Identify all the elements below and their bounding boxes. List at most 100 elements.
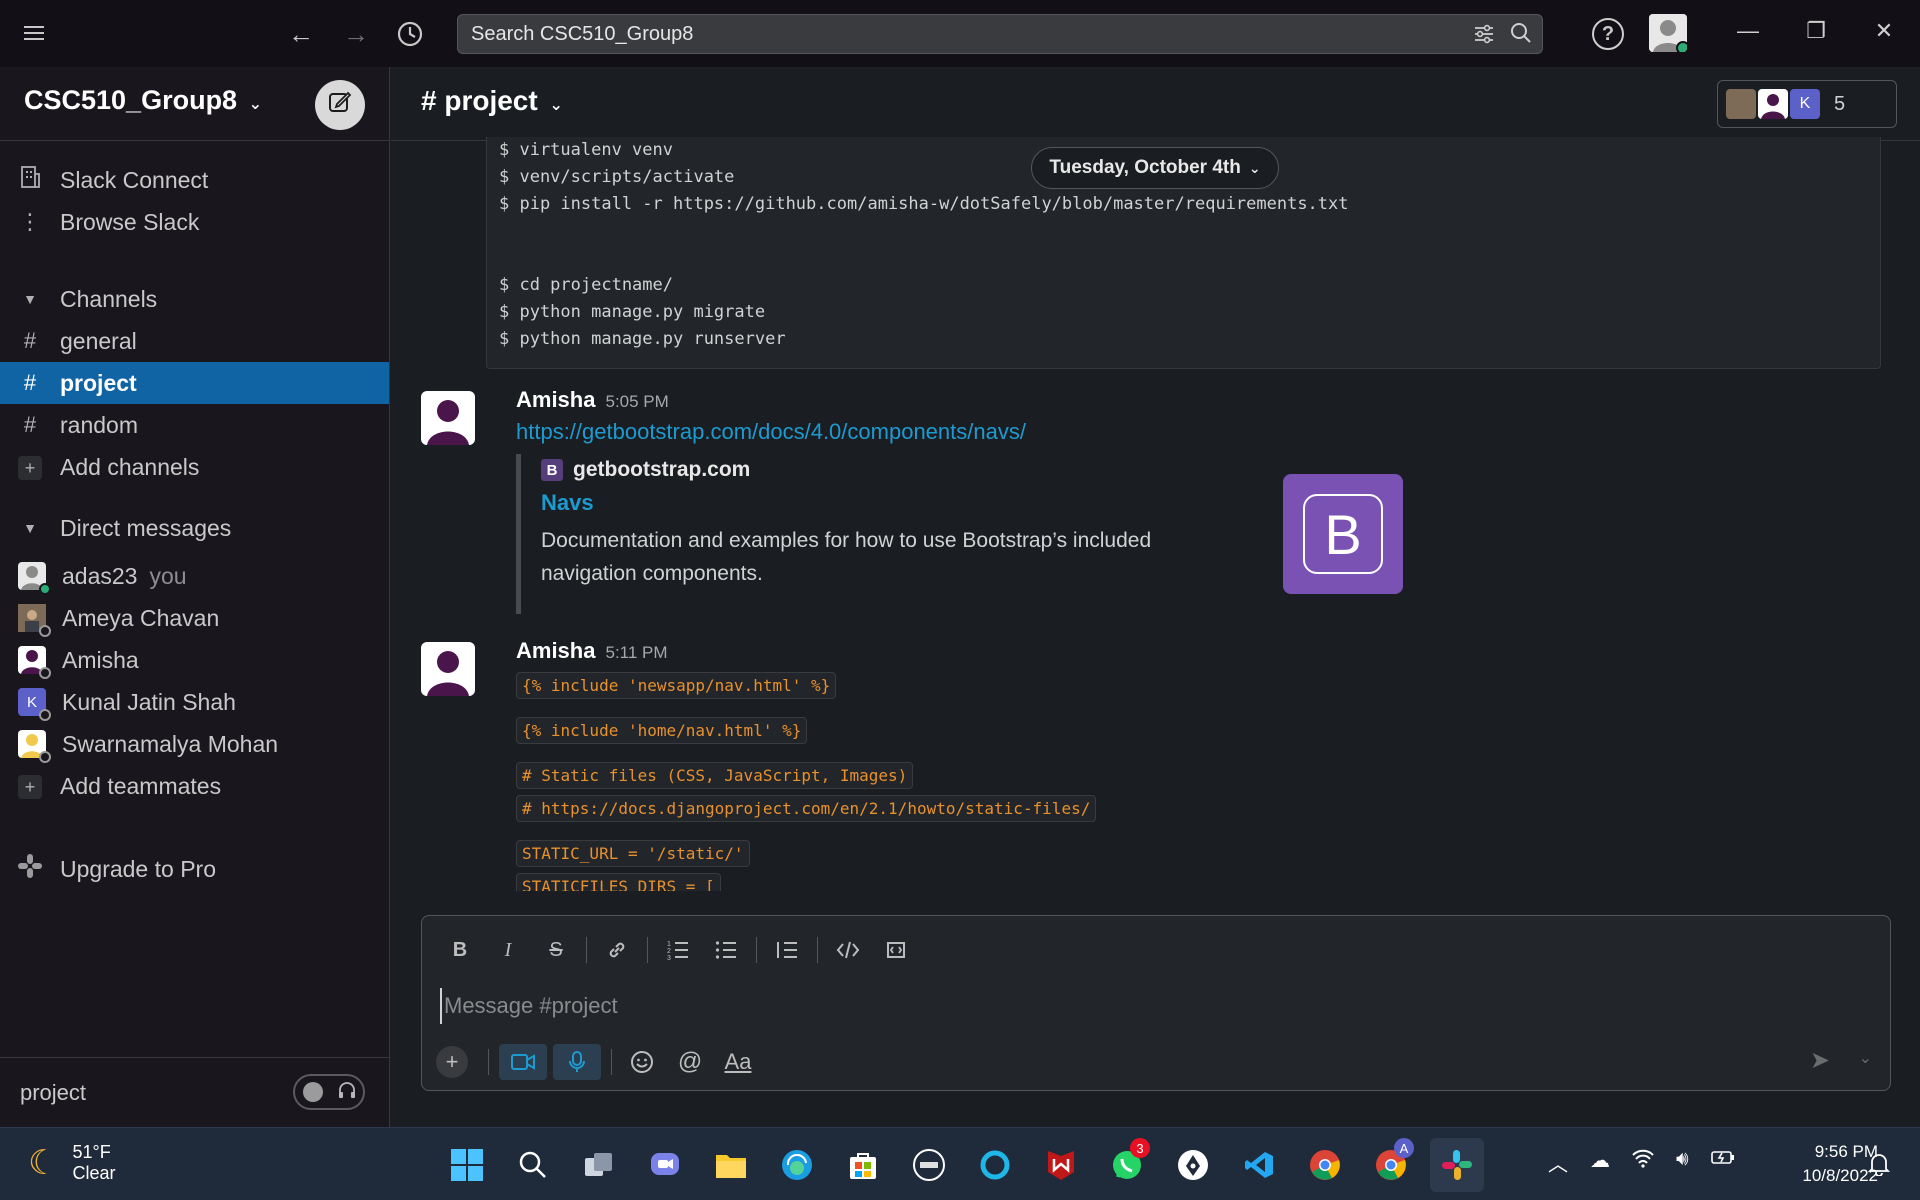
author-name[interactable]: Amisha xyxy=(516,638,595,663)
sidebar-item-dm-amisha[interactable]: Amisha xyxy=(0,639,389,681)
edge-icon[interactable] xyxy=(770,1138,824,1192)
compose-button[interactable] xyxy=(315,80,365,130)
sidebar-item-dm-ameya[interactable]: Ameya Chavan xyxy=(0,597,389,639)
avatar-initial: K xyxy=(26,693,37,711)
dell-icon[interactable] xyxy=(902,1138,956,1192)
chevron-down-icon: ⌄ xyxy=(549,97,563,114)
search-icon[interactable] xyxy=(1510,22,1532,52)
slack-icon[interactable] xyxy=(1430,1138,1484,1192)
text-format-button[interactable]: Aa xyxy=(714,1044,762,1080)
preview-image[interactable]: B xyxy=(1283,474,1403,594)
chevron-up-icon[interactable]: ︿ xyxy=(1548,1148,1568,1177)
date-divider-button[interactable]: Tuesday, October 4th ⌄ xyxy=(1031,147,1279,189)
video-clip-icon[interactable] xyxy=(499,1044,547,1080)
cortana-icon[interactable] xyxy=(968,1138,1022,1192)
sidebar-item-label: Browse Slack xyxy=(60,208,200,235)
vscode-icon[interactable] xyxy=(1232,1138,1286,1192)
timestamp[interactable]: 5:05 PM xyxy=(605,392,668,411)
link-icon[interactable] xyxy=(593,932,641,968)
huddle-toggle[interactable] xyxy=(293,1074,365,1110)
status-dot xyxy=(39,751,51,763)
sidebar-item-random[interactable]: # random xyxy=(0,404,389,446)
file-explorer-icon[interactable] xyxy=(704,1138,758,1192)
blockquote-icon[interactable] xyxy=(763,932,811,968)
timestamp[interactable]: 5:11 PM xyxy=(605,643,667,662)
italic-icon[interactable]: I xyxy=(484,932,532,968)
system-clock[interactable]: 9:56 PM 10/8/2022 xyxy=(1768,1140,1878,1188)
microsoft-store-icon[interactable] xyxy=(836,1138,890,1192)
message-input[interactable] xyxy=(440,988,1860,1024)
add-channels-button[interactable]: + Add channels xyxy=(0,446,389,488)
whatsapp-icon[interactable]: 3 xyxy=(1100,1138,1154,1192)
task-view-icon[interactable] xyxy=(572,1138,626,1192)
history-icon[interactable] xyxy=(392,16,428,52)
sidebar-item-dm-kunal[interactable]: K Kunal Jatin Shah xyxy=(0,681,389,723)
restore-icon[interactable]: ❐ xyxy=(1796,18,1836,44)
code-line: $ python manage.py runserver xyxy=(499,329,786,349)
system-tray: ︿ ☁ 🔊︎ xyxy=(1548,1148,1735,1177)
sidebar-item-slack-connect[interactable]: Slack Connect xyxy=(0,159,389,201)
sidebar-item-browse-slack[interactable]: ⋮ Browse Slack xyxy=(0,201,389,243)
member-count: 5 xyxy=(1834,92,1846,115)
preview-title[interactable]: Navs xyxy=(541,490,1396,516)
code-icon[interactable] xyxy=(824,932,872,968)
windows-start-icon[interactable] xyxy=(440,1138,494,1192)
toolbar-divider xyxy=(611,1049,612,1075)
search-bar[interactable]: Search CSC510_Group8 xyxy=(457,14,1543,54)
workspace-name-button[interactable]: CSC510_Group8 ⌄ xyxy=(24,85,262,116)
member-list-button[interactable]: K 5 xyxy=(1717,80,1897,128)
author-name[interactable]: Amisha xyxy=(516,387,595,412)
mcafee-icon[interactable] xyxy=(1034,1138,1088,1192)
sidebar-item-general[interactable]: # general xyxy=(0,320,389,362)
avatar[interactable] xyxy=(421,391,475,445)
wifi-icon[interactable] xyxy=(1632,1148,1654,1177)
online-status-dot xyxy=(1676,41,1687,52)
chrome-profile-icon[interactable]: A xyxy=(1364,1138,1418,1192)
add-teammates-button[interactable]: + Add teammates xyxy=(0,765,389,807)
weather-widget[interactable]: ☾ 51°F Clear xyxy=(28,1142,116,1184)
menu-icon[interactable] xyxy=(20,20,50,46)
search-icon[interactable] xyxy=(506,1138,560,1192)
channels-section-header[interactable]: ▼ Channels xyxy=(0,278,389,320)
send-icon[interactable]: ➤ xyxy=(1810,1046,1830,1075)
channel-title-button[interactable]: # project ⌄ xyxy=(421,85,563,117)
close-icon[interactable]: ✕ xyxy=(1864,18,1904,44)
help-icon[interactable]: ? xyxy=(1592,18,1624,50)
taskbar-apps: 3 A xyxy=(440,1138,1484,1192)
strikethrough-icon[interactable]: S xyxy=(532,932,580,968)
upgrade-button[interactable]: Upgrade to Pro xyxy=(0,848,389,890)
mention-icon[interactable]: @ xyxy=(666,1044,714,1080)
code-block-icon[interactable] xyxy=(872,932,920,968)
chrome-icon[interactable] xyxy=(1298,1138,1352,1192)
dm-section-header[interactable]: ▼ Direct messages xyxy=(0,507,389,549)
toolbar-divider xyxy=(647,937,648,963)
chat-icon[interactable] xyxy=(638,1138,692,1192)
sidebar-item-project[interactable]: # project xyxy=(0,362,389,404)
microphone-icon[interactable] xyxy=(553,1044,601,1080)
sidebar-item-dm-swarnamalya[interactable]: Swarnamalya Mohan xyxy=(0,723,389,765)
battery-icon[interactable] xyxy=(1710,1148,1735,1177)
avatar[interactable] xyxy=(421,642,475,696)
volume-icon[interactable]: 🔊︎ xyxy=(1676,1148,1689,1177)
status-dot xyxy=(39,709,51,721)
sidebar-item-dm-adas23[interactable]: adas23 you xyxy=(0,555,389,597)
filter-icon[interactable] xyxy=(1472,22,1496,52)
back-arrow-icon[interactable]: ← xyxy=(283,16,319,52)
notification-bell-icon[interactable] xyxy=(1867,1152,1891,1182)
chevron-down-icon[interactable]: ⌄ xyxy=(1859,1048,1872,1068)
minimize-icon[interactable]: — xyxy=(1728,18,1768,44)
svg-text:2: 2 xyxy=(667,948,671,955)
user-avatar[interactable] xyxy=(1649,14,1687,52)
message-link[interactable]: https://getbootstrap.com/docs/4.0/compon… xyxy=(516,419,1026,445)
forward-arrow-icon[interactable]: → xyxy=(338,16,374,52)
onedrive-icon[interactable]: ☁ xyxy=(1590,1148,1610,1177)
status-dot xyxy=(39,625,51,637)
clock-time: 9:56 PM xyxy=(1814,1142,1878,1161)
bold-icon[interactable]: B xyxy=(436,932,484,968)
bulleted-list-icon[interactable] xyxy=(702,932,750,968)
attach-plus-button[interactable]: + xyxy=(436,1046,468,1078)
emoji-icon[interactable] xyxy=(618,1044,666,1080)
pen-tool-icon[interactable] xyxy=(1166,1138,1220,1192)
channel-name: project xyxy=(60,369,137,396)
ordered-list-icon[interactable]: 123 xyxy=(654,932,702,968)
